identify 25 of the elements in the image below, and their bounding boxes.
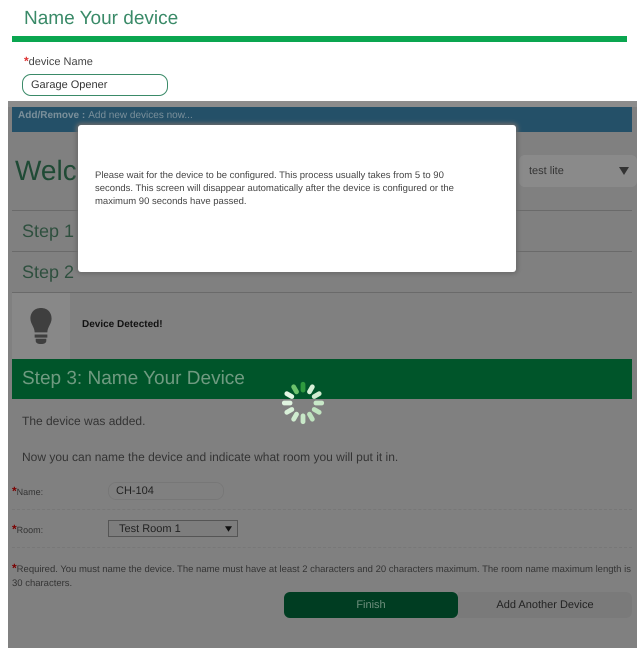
device-name-field[interactable]: Garage Opener [22,74,168,96]
banner-label: Add/Remove : [18,110,86,121]
step-heading: Step 2 [21,262,74,282]
caret-icon [619,167,629,175]
welcome-heading: Welc [14,155,77,187]
status-text: Device Detected! [81,318,163,332]
hub-dropdown[interactable]: test lite [519,155,637,187]
field-label: *device Name [24,54,94,68]
add-device-button[interactable]: Add Another Device [458,592,632,618]
name-field[interactable]: CH-104 [108,482,224,500]
instruction-text: Now you can name the device and indicate what room you will put it in. [22,450,398,466]
modal-message: Please wait for the device to be configured. This process usually takes from 5 to 90 seconds. This screen will disappear automatically after the device is configured or the maximum 90 seconds have passed. [95,169,455,208]
banner-text: Add new devices now... [88,110,193,121]
finish-button[interactable]: Finish [284,592,458,618]
field-label: *Name: [12,484,44,498]
page-title: Name Your device [23,7,180,31]
caret-icon [225,526,232,532]
requirement-note: *Required. You must name the device. The name must have at least 2 characters and 20 characters maximum. The room name maximum length is 30 characters. [12,560,632,586]
field-label: *Room: [12,522,44,536]
room-dropdown[interactable]: Test Room 1 [108,520,238,537]
status-text: The device was added. [22,414,146,430]
step-heading: Step 1 [21,220,74,242]
step-heading: Step 3: Name Your Device [22,368,245,390]
spinner-icon [280,380,326,426]
light-bulb-icon [30,308,52,344]
